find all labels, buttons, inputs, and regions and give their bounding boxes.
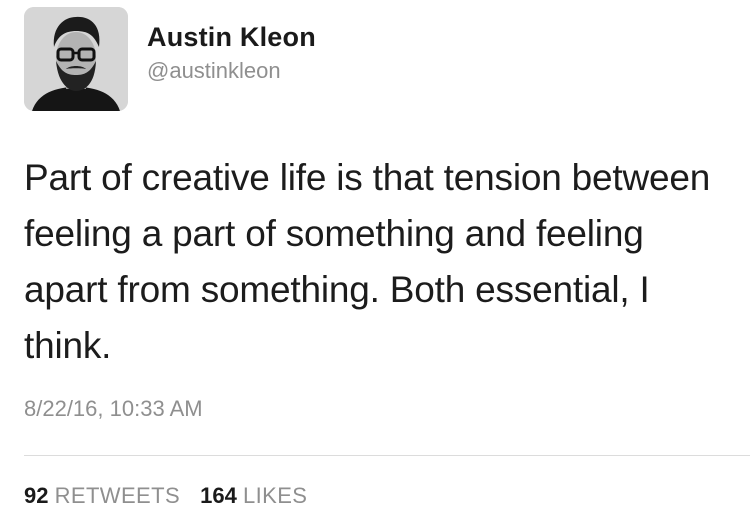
tweet-stats: 92 RETWEETS 164 LIKES [24, 481, 321, 511]
tweet-timestamp[interactable]: 8/22/16, 10:33 AM [24, 394, 203, 424]
author-display-name[interactable]: Austin Kleon [147, 20, 316, 54]
tweet-text: Part of creative life is that tension be… [24, 157, 711, 366]
profile-photo-icon [24, 7, 128, 111]
likes-stat[interactable]: 164 LIKES [200, 481, 307, 511]
author-info[interactable]: Austin Kleon @austinkleon [147, 20, 316, 86]
likes-label: LIKES [243, 483, 308, 508]
retweets-stat[interactable]: 92 RETWEETS [24, 481, 180, 511]
likes-count: 164 [200, 483, 237, 508]
retweets-label: RETWEETS [54, 483, 181, 508]
divider [24, 455, 750, 456]
avatar[interactable] [24, 7, 128, 111]
author-handle[interactable]: @austinkleon [147, 56, 316, 86]
retweets-count: 92 [24, 483, 49, 508]
